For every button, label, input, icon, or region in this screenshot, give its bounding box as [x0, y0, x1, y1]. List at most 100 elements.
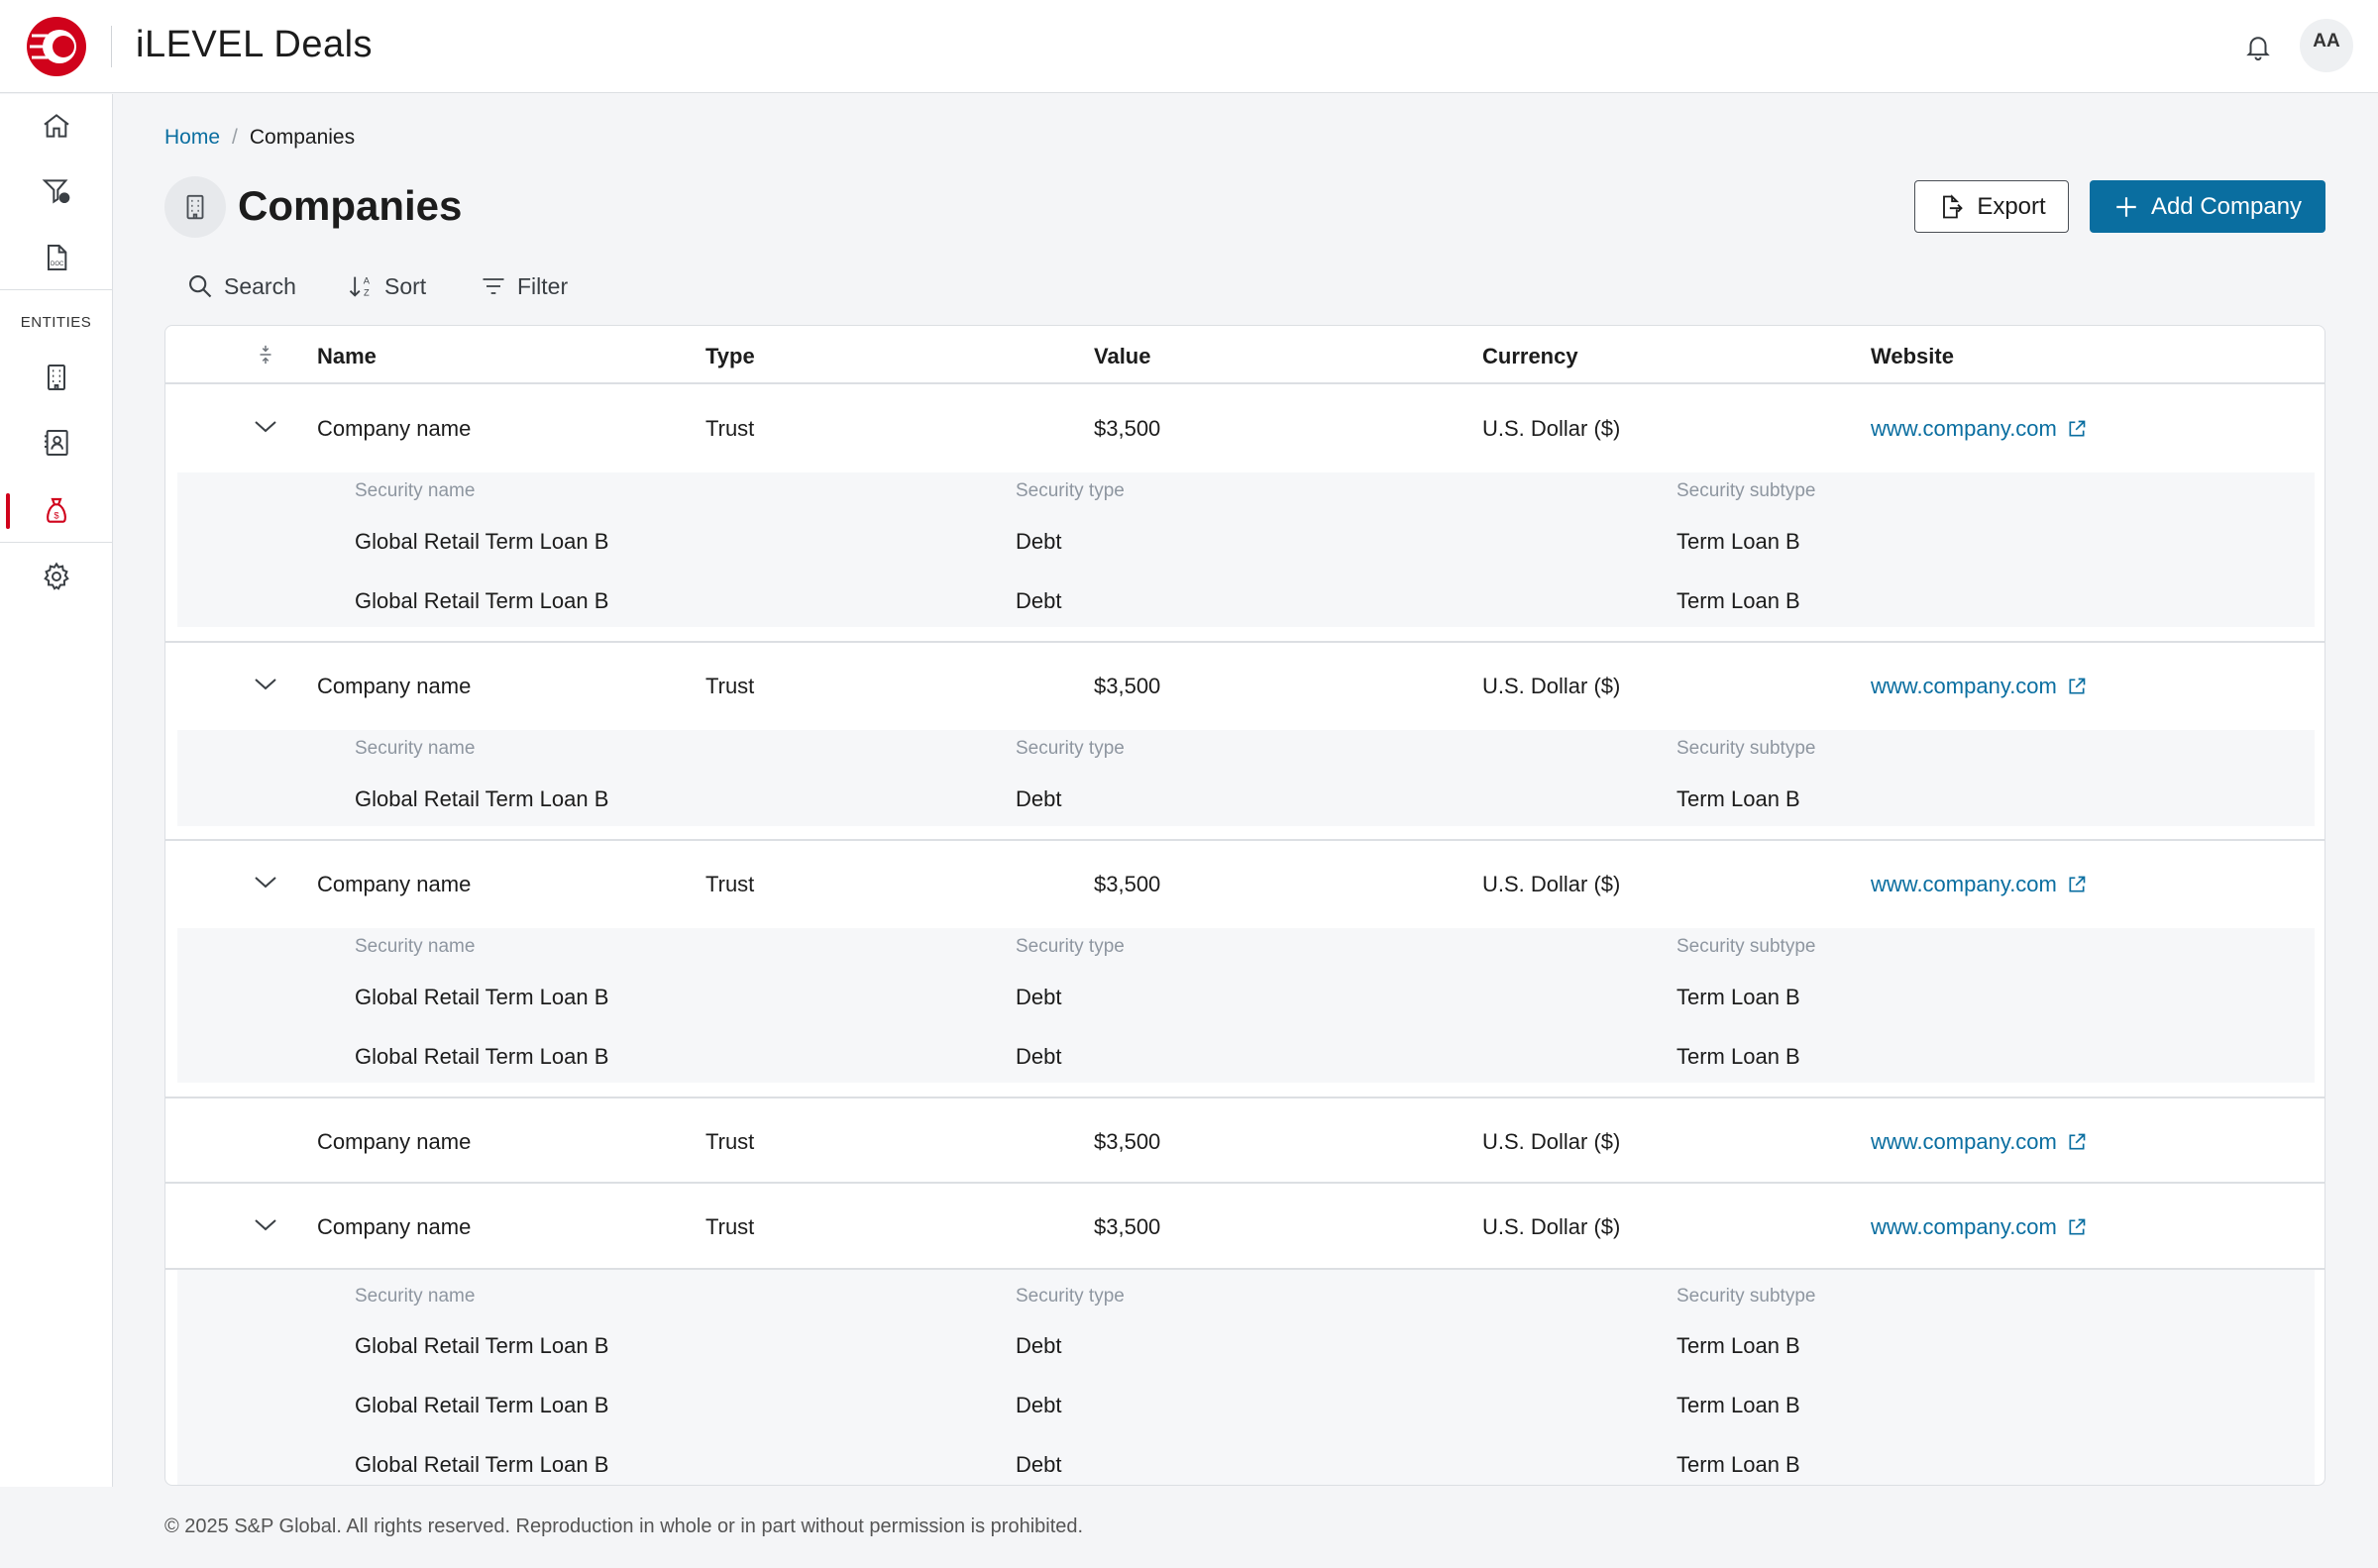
top-bar: iLEVEL Deals AA: [0, 0, 2378, 93]
sidebar-item-home[interactable]: [0, 96, 112, 156]
website-link-text: www.company.com: [1871, 1129, 2057, 1154]
column-header-value[interactable]: Value: [1094, 344, 1150, 369]
external-link-icon: [2069, 678, 2086, 694]
export-icon: [1943, 193, 1964, 218]
sub-header-security-type: Security type: [1016, 480, 1125, 501]
export-button[interactable]: Export: [1914, 180, 2069, 233]
table-cell-currency: U.S. Dollar ($): [1482, 872, 1621, 896]
sp-global-logo[interactable]: [26, 16, 87, 77]
security-type: Debt: [1016, 1333, 1062, 1358]
user-avatar[interactable]: AA: [2300, 19, 2353, 72]
external-link-icon: [2069, 420, 2086, 437]
table-cell-type: Trust: [705, 872, 755, 896]
security-name: Global Retail Term Loan B: [355, 786, 609, 811]
document-icon: DOC: [47, 245, 66, 270]
filter-button[interactable]: Filter: [480, 269, 568, 303]
website-link[interactable]: www.company.com: [1871, 416, 2087, 442]
security-subtype: Term Loan B: [1676, 1333, 1800, 1358]
security-name: Global Retail Term Loan B: [355, 1333, 609, 1358]
table-cell-value: $3,500: [1094, 416, 1161, 441]
footer-copyright: © 2025 S&P Global. All rights reserved. …: [164, 1516, 1084, 1537]
sort-button[interactable]: AZ Sort: [347, 269, 426, 303]
search-label: Search: [224, 272, 296, 299]
logo-divider: [111, 26, 112, 67]
column-header-website[interactable]: Website: [1871, 344, 1954, 369]
svg-text:$: $: [54, 510, 59, 520]
sidebar-item-securities[interactable]: $: [0, 481, 112, 541]
chevron-down-icon[interactable]: [253, 1217, 278, 1233]
row-divider: [165, 1097, 2324, 1098]
breadcrumb-separator: /: [232, 126, 238, 149]
security-subtype: Term Loan B: [1676, 1452, 1800, 1477]
security-type: Debt: [1016, 529, 1062, 554]
table-cell-name: Company name: [317, 1129, 472, 1154]
breadcrumb-home-link[interactable]: Home: [164, 126, 220, 149]
building-icon: [47, 365, 65, 390]
website-link-text: www.company.com: [1871, 416, 2057, 441]
sub-header-security-subtype: Security subtype: [1676, 1286, 1816, 1307]
table-cell-value: $3,500: [1094, 1214, 1161, 1239]
column-header-name[interactable]: Name: [317, 344, 377, 369]
sidebar-item-contacts[interactable]: [0, 413, 112, 472]
sidebar-item-companies[interactable]: [0, 348, 112, 407]
security-name: Global Retail Term Loan B: [355, 588, 609, 613]
external-link-icon: [2069, 1133, 2086, 1150]
security-subtype: Term Loan B: [1676, 786, 1800, 811]
breadcrumb-current: Companies: [249, 126, 356, 149]
add-company-button[interactable]: Add Company: [2090, 180, 2325, 233]
external-link-icon: [2069, 876, 2086, 892]
collapse-all-icon[interactable]: [255, 344, 276, 366]
chevron-down-icon[interactable]: [253, 677, 278, 692]
gear-icon: [43, 562, 69, 590]
table-cell-name: Company name: [317, 674, 472, 698]
table-cell-name: Company name: [317, 872, 472, 896]
website-link[interactable]: www.company.com: [1871, 872, 2087, 897]
companies-table: Name Type Value Currency Website Company…: [164, 325, 2325, 1486]
home-icon: [43, 114, 69, 138]
svg-text:DOC: DOC: [50, 261, 63, 267]
website-link-text: www.company.com: [1871, 1214, 2057, 1239]
chevron-down-icon[interactable]: [253, 419, 278, 435]
filter-lines-icon: [483, 278, 504, 294]
svg-text:Z: Z: [364, 287, 370, 297]
sidebar-item-settings[interactable]: [0, 547, 112, 606]
export-button-label: Export: [1977, 192, 2046, 220]
table-cell-value: $3,500: [1094, 872, 1161, 896]
sub-header-security-type: Security type: [1016, 1286, 1125, 1307]
sidebar-item-documents[interactable]: DOC: [0, 228, 112, 287]
sub-header-security-name: Security name: [355, 480, 476, 501]
add-company-button-label: Add Company: [2150, 192, 2303, 220]
security-subtype: Term Loan B: [1676, 1044, 1800, 1069]
external-link-icon: [2069, 1218, 2086, 1235]
securities-subtable: Security name Security type Security sub…: [177, 730, 2315, 826]
sub-header-security-subtype: Security subtype: [1676, 738, 1816, 759]
table-cell-name: Company name: [317, 416, 472, 441]
website-link-text: www.company.com: [1871, 872, 2057, 896]
sidebar-divider: [0, 289, 112, 290]
securities-subtable: Security name Security type Security sub…: [177, 928, 2315, 1083]
security-name: Global Retail Term Loan B: [355, 1452, 609, 1477]
money-bag-icon: $: [46, 497, 66, 523]
security-name: Global Retail Term Loan B: [355, 1393, 609, 1417]
security-subtype: Term Loan B: [1676, 1393, 1800, 1417]
breadcrumb: Home / Companies: [164, 126, 355, 150]
website-link[interactable]: www.company.com: [1871, 1214, 2087, 1240]
website-link[interactable]: www.company.com: [1871, 674, 2087, 699]
table-cell-currency: U.S. Dollar ($): [1482, 1214, 1621, 1239]
chevron-down-icon[interactable]: [253, 875, 278, 890]
column-header-type[interactable]: Type: [705, 344, 755, 369]
plus-icon: [2116, 196, 2136, 217]
website-link[interactable]: www.company.com: [1871, 1129, 2087, 1155]
table-cell-currency: U.S. Dollar ($): [1482, 1129, 1621, 1154]
security-type: Debt: [1016, 1044, 1062, 1069]
security-name: Global Retail Term Loan B: [355, 529, 609, 554]
table-cell-value: $3,500: [1094, 674, 1161, 698]
column-header-currency[interactable]: Currency: [1482, 344, 1578, 369]
search-button[interactable]: Search: [186, 269, 296, 303]
sidebar-item-deal-filter[interactable]: $: [0, 161, 112, 221]
filter-label: Filter: [517, 272, 569, 299]
security-type: Debt: [1016, 786, 1062, 811]
notifications-bell-icon[interactable]: [2243, 32, 2273, 61]
page-title-badge: [164, 176, 226, 238]
sub-header-security-name: Security name: [355, 1286, 476, 1307]
